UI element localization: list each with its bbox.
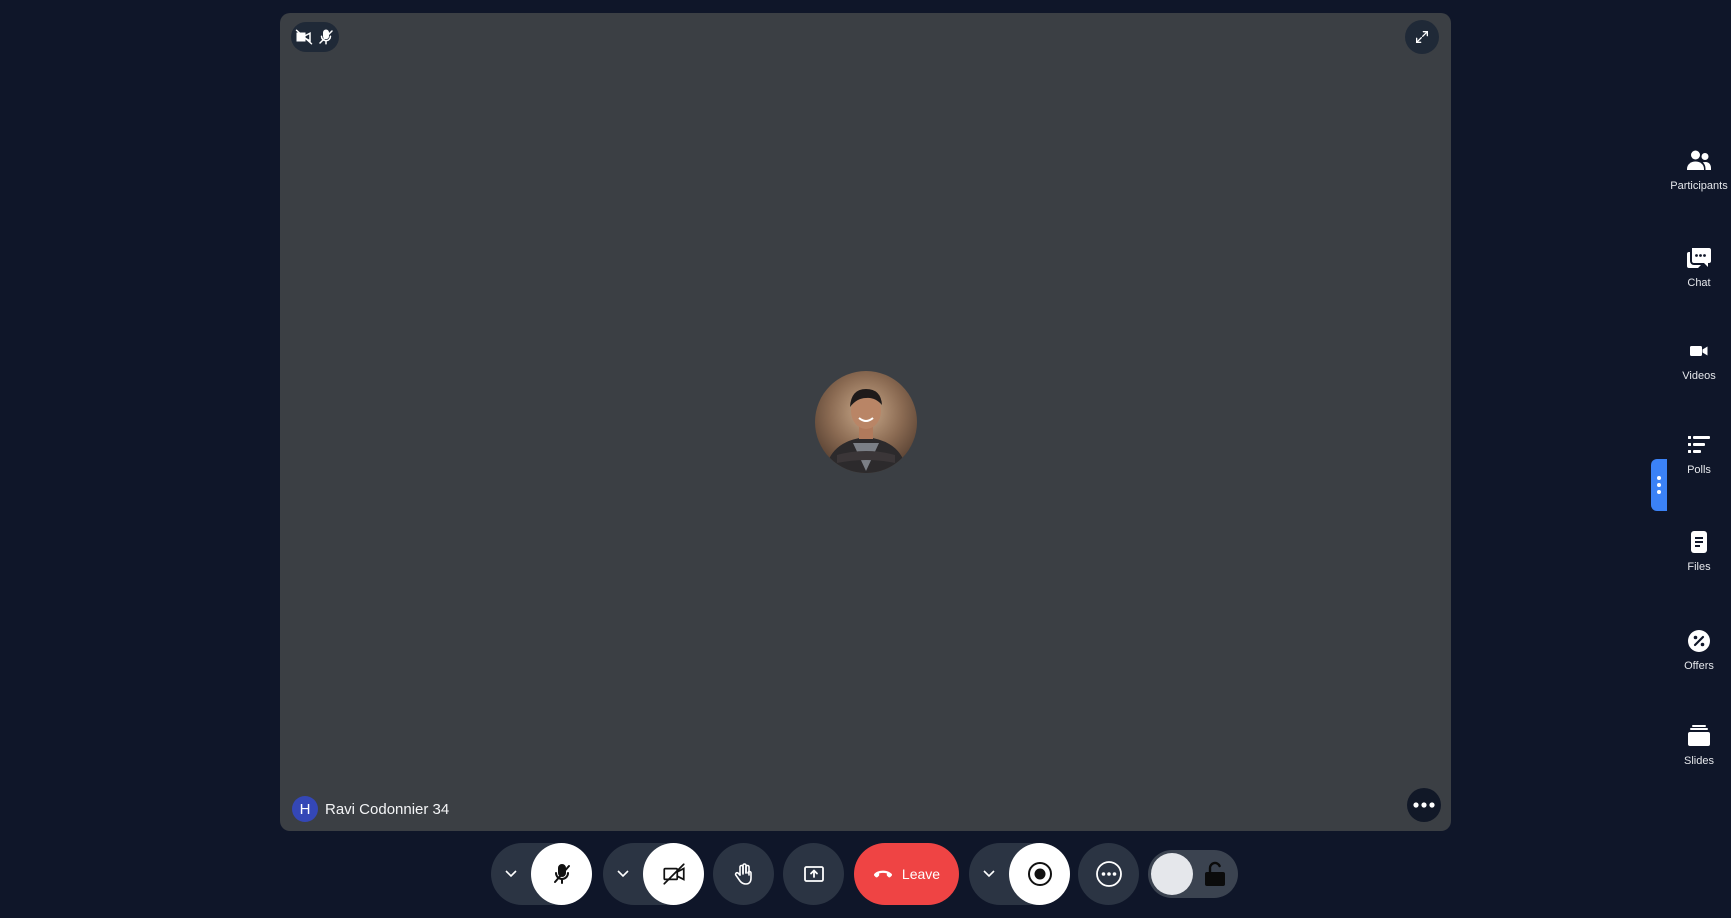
files-icon <box>1691 531 1707 553</box>
record-options-button[interactable] <box>969 843 1009 905</box>
participants-icon <box>1687 150 1711 170</box>
video-off-icon <box>295 29 313 45</box>
chevron-down-icon <box>617 870 629 878</box>
sidebar-item-chat[interactable]: Chat <box>1667 245 1731 307</box>
sidebar-item-files[interactable]: Files <box>1667 529 1731 591</box>
chevron-down-icon <box>983 870 995 878</box>
sidebar-item-videos[interactable]: Videos <box>1667 338 1731 400</box>
mute-button[interactable] <box>531 843 592 905</box>
share-screen-button[interactable] <box>783 843 844 905</box>
right-sidebar: Participants Chat Videos Polls Files Off… <box>1667 0 1731 918</box>
sidebar-item-offers[interactable]: Offers <box>1667 628 1731 690</box>
participant-avatar <box>815 371 917 473</box>
sidebar-item-slides[interactable]: Slides <box>1667 723 1731 785</box>
phone-hangup-icon <box>873 870 892 878</box>
participant-name-tag: H Ravi Codonnier 34 <box>292 796 449 822</box>
room-lock-toggle[interactable] <box>1148 850 1238 898</box>
camera-control-group <box>603 843 704 905</box>
video-stage: H Ravi Codonnier 34 <box>280 13 1451 831</box>
mic-control-group <box>491 843 592 905</box>
expand-button[interactable] <box>1405 20 1439 54</box>
mic-off-icon <box>319 29 333 45</box>
raise-hand-button[interactable] <box>713 843 774 905</box>
mic-off-icon <box>553 864 570 884</box>
media-status-badge <box>291 22 339 52</box>
video-icon <box>1690 346 1708 356</box>
slides-icon <box>1688 725 1710 746</box>
record-control-group <box>969 843 1070 905</box>
meeting-app: H Ravi Codonnier 34 Leave Participants C… <box>0 0 1731 918</box>
offers-icon <box>1688 630 1710 652</box>
call-controls: Leave <box>491 843 1251 905</box>
more-options-button[interactable] <box>1078 843 1139 905</box>
expand-icon <box>1416 31 1428 43</box>
mic-options-button[interactable] <box>491 843 531 905</box>
sidebar-collapse-handle[interactable] <box>1651 459 1667 511</box>
chat-icon <box>1687 248 1711 268</box>
record-button[interactable] <box>1009 843 1070 905</box>
chevron-down-icon <box>505 870 517 878</box>
unlock-icon <box>1205 861 1225 886</box>
camera-options-button[interactable] <box>603 843 643 905</box>
tile-more-button[interactable] <box>1407 788 1441 822</box>
hand-icon <box>734 863 752 885</box>
more-horizontal-icon <box>1095 861 1122 887</box>
participant-initial-badge: H <box>292 796 318 822</box>
video-off-icon <box>662 863 685 885</box>
camera-toggle-button[interactable] <box>643 843 704 905</box>
leave-label: Leave <box>901 866 941 882</box>
polls-icon <box>1688 436 1710 453</box>
record-icon <box>1027 862 1052 886</box>
sidebar-item-polls[interactable]: Polls <box>1667 432 1731 494</box>
participant-name: Ravi Codonnier 34 <box>325 800 450 818</box>
toggle-knob <box>1151 853 1193 895</box>
leave-button[interactable]: Leave <box>854 843 959 905</box>
more-horizontal-icon <box>1413 802 1435 808</box>
sidebar-item-participants[interactable]: Participants <box>1667 148 1731 210</box>
screen-share-icon <box>803 866 824 882</box>
